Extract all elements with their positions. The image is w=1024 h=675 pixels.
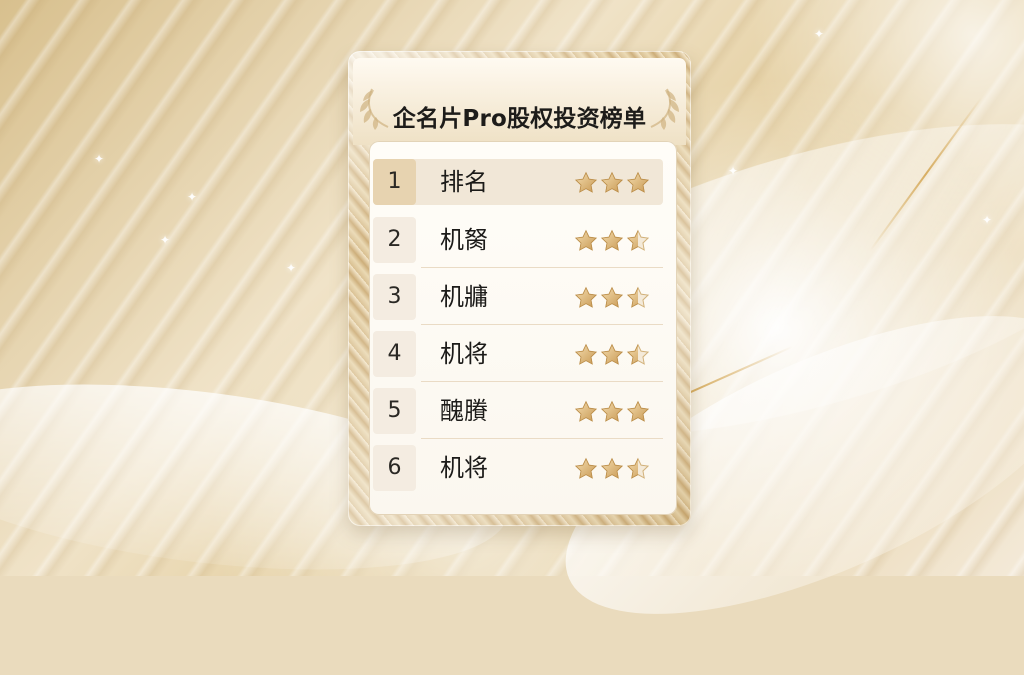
ranking-row[interactable]: 2 机胬 <box>373 217 663 268</box>
star-icon <box>626 171 650 193</box>
star-icon <box>574 229 598 251</box>
rating-stars <box>574 286 656 310</box>
star-icon <box>626 229 650 251</box>
rating-stars <box>574 400 656 424</box>
ranking-name: 机将 <box>440 454 488 482</box>
sparkle-icon: ✦ <box>187 190 198 204</box>
star-icon <box>626 400 650 422</box>
star-icon <box>600 457 624 479</box>
rank-number: 1 <box>373 159 416 205</box>
sparkle-icon: ✦ <box>160 233 171 247</box>
rating-stars <box>574 457 656 481</box>
star-icon <box>626 286 650 308</box>
ranking-name: 机胬 <box>440 226 488 254</box>
star-icon <box>600 171 624 193</box>
ranking-row[interactable]: 6 机将 <box>373 445 663 491</box>
rank-number: 2 <box>373 217 416 263</box>
sparkle-icon: ✦ <box>814 27 825 41</box>
ranking-title: 企名片Pro股权投资榜单 <box>392 106 647 133</box>
sparkle-icon: ✦ <box>286 261 297 275</box>
rank-number: 4 <box>373 331 416 377</box>
ranking-table: 1 排名 2 机胬 3 机牅 4 机将 5 醜賸 6 机将 <box>369 141 677 515</box>
star-icon <box>600 343 624 365</box>
star-icon <box>600 229 624 251</box>
ranking-row[interactable]: 3 机牅 <box>373 274 663 325</box>
ranking-name: 排名 <box>440 168 488 196</box>
ranking-name: 醜賸 <box>440 397 488 425</box>
star-icon <box>574 286 598 308</box>
ranking-card-header: 企名片Pro股权投资榜单 <box>353 58 686 145</box>
star-icon <box>574 400 598 422</box>
ranking-name: 机将 <box>440 340 488 368</box>
ranking-row[interactable]: 1 排名 <box>373 159 663 205</box>
star-icon <box>574 343 598 365</box>
sparkle-icon: ✦ <box>94 152 105 166</box>
investment-ranking-card: 企名片Pro股权投资榜单 1 排名 2 机胬 3 机牅 4 机将 5 醜賸 6 … <box>348 51 691 526</box>
rank-number: 6 <box>373 445 416 491</box>
rating-stars <box>574 171 656 195</box>
ranking-name: 机牅 <box>440 283 488 311</box>
rating-stars <box>574 343 656 367</box>
star-icon <box>626 457 650 479</box>
rating-stars <box>574 229 656 253</box>
star-icon <box>600 286 624 308</box>
sparkle-icon: ✦ <box>728 164 739 178</box>
star-icon <box>574 457 598 479</box>
star-icon <box>600 400 624 422</box>
ranking-row[interactable]: 5 醜賸 <box>373 388 663 439</box>
rank-number: 5 <box>373 388 416 434</box>
star-icon <box>626 343 650 365</box>
sparkle-icon: ✦ <box>982 213 993 227</box>
star-icon <box>574 171 598 193</box>
ranking-row[interactable]: 4 机将 <box>373 331 663 382</box>
rank-number: 3 <box>373 274 416 320</box>
